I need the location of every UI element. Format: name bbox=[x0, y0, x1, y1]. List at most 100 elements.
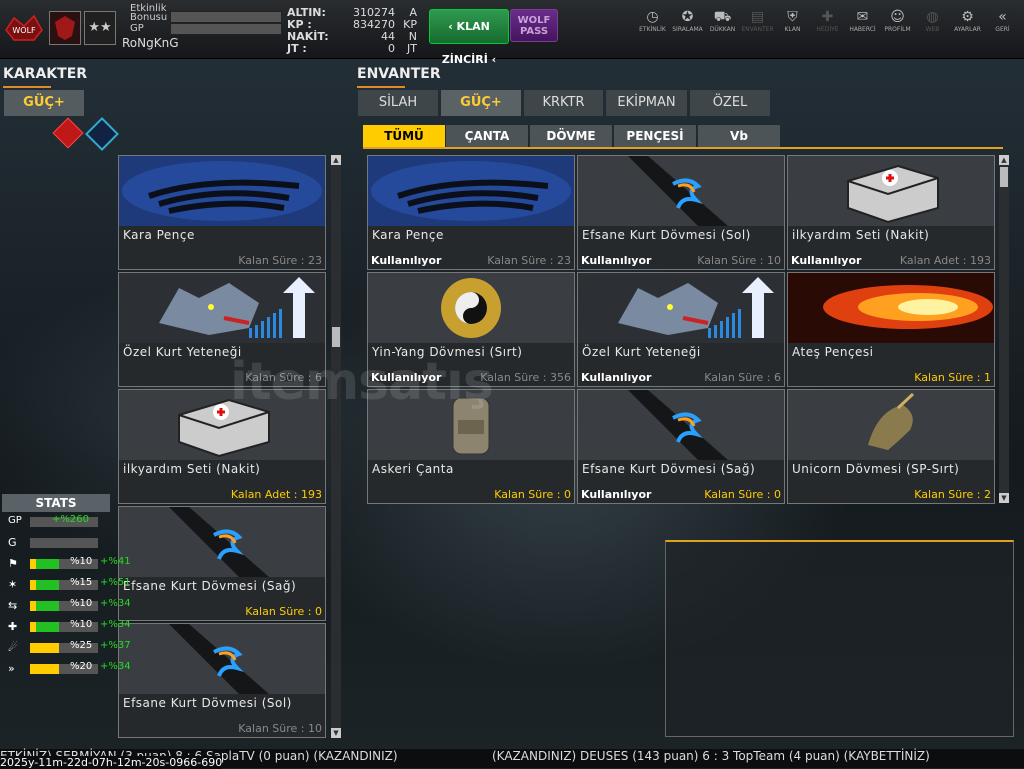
stats-panel: STATS GP +%260 G ⚑ %10 +%41 ✶ %15 +%51 ⇆ %10 +%34 ✚%… bbox=[2, 494, 131, 684]
megaphone-icon: ✉ bbox=[856, 9, 869, 25]
stat-bar bbox=[30, 538, 98, 548]
stat-bar-fill bbox=[30, 664, 59, 674]
karakter-scrollbar[interactable]: ▲ ▼ bbox=[331, 155, 341, 738]
stat-icon: » bbox=[8, 662, 15, 675]
menu-geri̇[interactable]: «GERİ bbox=[985, 8, 1020, 33]
item-name: Askeri Çanta bbox=[372, 462, 454, 476]
subtab-pençesi̇[interactable]: PENÇESİ bbox=[614, 125, 696, 147]
scroll-thumb[interactable] bbox=[1000, 167, 1008, 187]
rank-badge: ★★ bbox=[84, 11, 116, 45]
shield-icon: ⛨ bbox=[787, 9, 798, 25]
item-remaining: Kalan Süre : 356 bbox=[480, 371, 571, 384]
envanter-item-card[interactable]: Özel Kurt Yeteneği Kullanılıyor Kalan Süre… bbox=[577, 272, 785, 387]
currency-value: 0 bbox=[388, 42, 395, 55]
karakter-title: KARAKTER bbox=[3, 66, 88, 82]
wolf-item-image bbox=[578, 273, 784, 343]
tab-özel[interactable]: ÖZEL bbox=[690, 90, 770, 116]
medkit-item-image bbox=[788, 156, 994, 226]
stat-percent: %25 bbox=[70, 640, 93, 651]
currency-row: JT : 0 JT bbox=[287, 42, 417, 55]
item-status: Kullanılıyor bbox=[581, 371, 652, 384]
menu-web[interactable]: ◍ WEB bbox=[915, 8, 950, 33]
karakter-item-card[interactable]: Kara Pençe Kalan Süre : 23 bbox=[118, 155, 326, 270]
envanter-underline bbox=[357, 86, 405, 88]
timestamp: 2025y-11m-22d-07h-12m-20s-0966-690 bbox=[0, 756, 223, 769]
menu-label: ETKİNLİK bbox=[639, 26, 666, 33]
menu-klan[interactable]: ⛨ KLAN bbox=[775, 8, 810, 33]
subtab-tümü[interactable]: TÜMÜ bbox=[363, 125, 445, 147]
scroll-down-icon[interactable]: ▼ bbox=[331, 728, 341, 738]
stat-icon: ⇆ bbox=[8, 599, 18, 612]
gift-icon: ✚ bbox=[821, 9, 834, 25]
tab-si̇lah[interactable]: SİLAH bbox=[358, 90, 438, 116]
clan-emblem[interactable] bbox=[49, 11, 81, 45]
item-name: Ateş Pençesi bbox=[792, 345, 874, 359]
item-name: Efsane Kurt Dövmesi (Sağ) bbox=[582, 462, 756, 476]
stat-row: ✚ %10 +%34 bbox=[2, 617, 131, 638]
menu-envanter[interactable]: ▤ ENVANTER bbox=[740, 8, 775, 33]
subtab-dövme[interactable]: DÖVME bbox=[530, 125, 612, 147]
item-name: Özel Kurt Yeteneği bbox=[582, 345, 701, 359]
tab-güç+[interactable]: GÜÇ+ bbox=[441, 90, 521, 116]
item-name: Kara Pençe bbox=[123, 228, 195, 242]
tab-krktr[interactable]: KRKTR bbox=[524, 90, 603, 116]
subtab-vb[interactable]: Vb bbox=[698, 125, 780, 147]
menu-label: ENVANTER bbox=[741, 26, 774, 33]
stat-bar-fill bbox=[30, 559, 59, 569]
menu-siralama[interactable]: ✪ SIRALAMA bbox=[670, 8, 705, 33]
stat-bonus: +%41 bbox=[100, 556, 131, 567]
stats-title: STATS bbox=[2, 494, 110, 512]
envanter-item-card[interactable]: Ateş Pençesi Kalan Süre : 1 bbox=[787, 272, 995, 387]
item-remaining: Kalan Süre : 0 bbox=[245, 605, 322, 618]
tab-eki̇pman[interactable]: EKİPMAN bbox=[606, 90, 687, 116]
subtab-underline bbox=[363, 147, 1003, 149]
currency-row: NAKİT: 44 N bbox=[287, 30, 417, 43]
item-name: Efsane Kurt Dövmesi (Sağ) bbox=[123, 579, 297, 593]
scroll-up-icon[interactable]: ▲ bbox=[999, 155, 1009, 165]
karakter-underline bbox=[3, 86, 51, 88]
menu-ayarlar[interactable]: ⚙ AYARLAR bbox=[950, 8, 985, 33]
envanter-title: ENVANTER bbox=[357, 66, 441, 82]
klan-chain-button[interactable]: ‹ KLAN ZİNCİRİ ‹ bbox=[429, 9, 509, 66]
envanter-item-card[interactable]: Efsane Kurt Dövmesi (Sağ) Kullanılıyor Kal… bbox=[577, 389, 785, 504]
cart-icon: ⛟ bbox=[713, 9, 732, 25]
stat-percent: +%260 bbox=[52, 514, 89, 525]
scroll-thumb[interactable] bbox=[332, 327, 340, 347]
envanter-item-card[interactable]: Efsane Kurt Dövmesi (Sol) Kullanılıyor Kal… bbox=[577, 155, 785, 270]
subtab-çanta[interactable]: ÇANTA bbox=[446, 125, 528, 147]
scroll-down-icon[interactable]: ▼ bbox=[999, 493, 1009, 503]
item-name: ilkyardım Seti (Nakit) bbox=[792, 228, 930, 242]
stat-bar-fill bbox=[30, 580, 59, 590]
menu-label: PROFİLM bbox=[884, 26, 911, 33]
menu-haberci̇[interactable]: ✉ HABERCİ bbox=[845, 8, 880, 33]
menu-etki̇nli̇k[interactable]: ◷ ETKİNLİK bbox=[635, 8, 670, 33]
clock-icon: ◷ bbox=[646, 9, 659, 25]
envanter-item-card[interactable]: Unicorn Dövmesi (SP-Sırt) Kalan Süre : 2 bbox=[787, 389, 995, 504]
menu-hedi̇ye[interactable]: ✚ HEDİYE bbox=[810, 8, 845, 33]
menu-label: HEDİYE bbox=[816, 26, 839, 33]
gear-icon: ⚙ bbox=[961, 9, 974, 25]
item-name: Özel Kurt Yeteneği bbox=[123, 345, 242, 359]
menu-profi̇lm[interactable]: ☺ PROFİLM bbox=[880, 8, 915, 33]
bonus-label: Etkinlik Bonusu bbox=[130, 3, 168, 23]
item-name: Unicorn Dövmesi (SP-Sırt) bbox=[792, 462, 960, 476]
stat-percent: %15 bbox=[70, 577, 93, 588]
profile-icon: ☺ bbox=[890, 9, 905, 25]
tattoo-item-image bbox=[578, 390, 784, 460]
envanter-item-card[interactable]: ilkyardım Seti (Nakit) Kullanılıyor Kalan … bbox=[787, 155, 995, 270]
envanter-scrollbar[interactable]: ▲ ▼ bbox=[999, 155, 1009, 503]
menu-dükkan[interactable]: ⛟ DÜKKAN bbox=[705, 8, 740, 33]
top-bar: WOLF ★★ Etkinlik Bonusu GP RoNgKnG ALTIN… bbox=[0, 0, 1024, 66]
envanter-item-card[interactable]: Kara Pençe Kullanılıyor Kalan Süre : 23 bbox=[367, 155, 575, 270]
scroll-up-icon[interactable]: ▲ bbox=[331, 155, 341, 165]
wolf-pass-button[interactable]: WOLF PASS bbox=[510, 9, 558, 42]
stat-icon: ✚ bbox=[8, 620, 18, 633]
karakter-item-card[interactable]: Efsane Kurt Dövmesi (Sol) Kalan Süre : 10 bbox=[118, 623, 326, 738]
item-status: Kullanılıyor bbox=[371, 254, 442, 267]
karakter-tab-guc[interactable]: GÜÇ+ bbox=[4, 90, 84, 116]
menu-label: SIRALAMA bbox=[672, 26, 703, 33]
stat-bonus: +%34 bbox=[100, 619, 131, 630]
stat-percent: %10 bbox=[70, 598, 93, 609]
karakter-item-card[interactable]: Efsane Kurt Dövmesi (Sağ) Kalan Süre : 0 bbox=[118, 506, 326, 621]
stat-bar-fill bbox=[30, 643, 59, 653]
